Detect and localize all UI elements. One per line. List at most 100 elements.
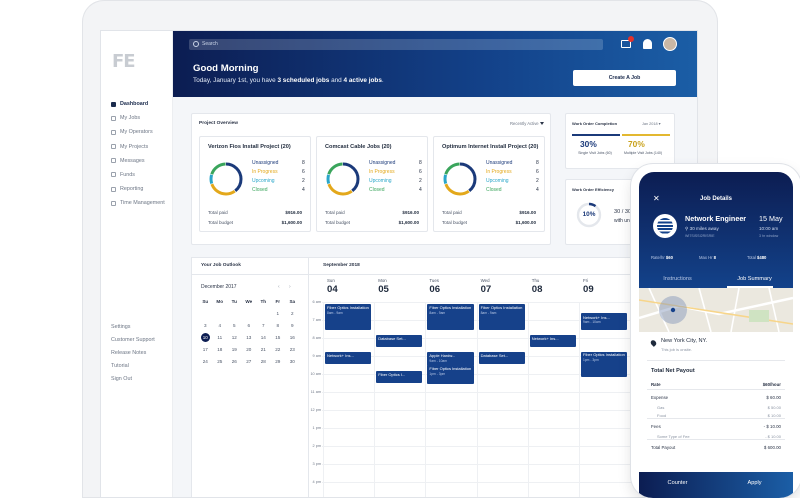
mini-calendar-day[interactable]: 30 bbox=[285, 356, 300, 368]
calendar-event[interactable]: Database Set... bbox=[478, 351, 525, 364]
week-day-header[interactable]: Mon 05 bbox=[378, 278, 429, 295]
event-time: 9am - 10am bbox=[583, 320, 601, 324]
project-card[interactable]: Comcast Cable Jobs (20) Unassigned 8 In Pro… bbox=[316, 136, 428, 232]
calendar-event[interactable]: Fiber Optics Installation 8am - 9am bbox=[325, 304, 372, 330]
calendar-event[interactable]: Fiber Optics Installation 8am - 9am bbox=[427, 304, 474, 330]
mini-calendar-day[interactable]: 13 bbox=[242, 332, 257, 344]
mini-calendar-day[interactable]: 24 bbox=[198, 356, 213, 368]
status-unassigned-label[interactable]: Unassigned bbox=[369, 160, 395, 166]
calendar-event[interactable]: Network+ Ins... bbox=[529, 334, 576, 347]
mini-calendar-day[interactable]: 5 bbox=[227, 320, 242, 332]
sidebar-link-tutorial[interactable]: Tutorial bbox=[111, 360, 155, 373]
week-day-header[interactable]: Thu 08 bbox=[532, 278, 583, 295]
week-day-header[interactable]: Wed 07 bbox=[481, 278, 532, 295]
mini-calendar-day[interactable]: 20 bbox=[242, 344, 257, 356]
mini-calendar-day bbox=[213, 308, 228, 320]
sidebar-item-my-projects[interactable]: My Projects bbox=[111, 140, 165, 154]
avatar[interactable] bbox=[663, 37, 677, 51]
divider bbox=[647, 418, 785, 419]
status-unassigned-label[interactable]: Unassigned bbox=[252, 160, 278, 166]
sidebar-item-label: My Jobs bbox=[120, 115, 141, 122]
mini-calendar-day[interactable]: 27 bbox=[242, 356, 257, 368]
mini-calendar-day[interactable]: 25 bbox=[213, 356, 228, 368]
mini-calendar-day[interactable]: 2 bbox=[285, 308, 300, 320]
mini-calendar-day[interactable]: 28 bbox=[256, 356, 271, 368]
mini-calendar-day[interactable]: 17 bbox=[198, 344, 213, 356]
mini-calendar-day[interactable]: 4 bbox=[213, 320, 228, 332]
apply-button[interactable]: Apply bbox=[716, 480, 793, 486]
week-day-header[interactable]: Fri 09 bbox=[583, 278, 634, 295]
sidebar-item-dashboard[interactable]: Dashboard bbox=[111, 97, 165, 111]
mini-calendar-day[interactable]: 16 bbox=[285, 332, 300, 344]
mini-calendar-day[interactable]: 14 bbox=[256, 332, 271, 344]
mini-calendar-day[interactable]: 26 bbox=[227, 356, 242, 368]
job-location-map[interactable] bbox=[639, 288, 793, 332]
work-order-date-dropdown[interactable]: Jan 2018 ▾ bbox=[642, 121, 661, 126]
search-input[interactable]: Search bbox=[189, 39, 603, 50]
project-card[interactable]: Optimum Internet Install Project (20) Una… bbox=[433, 136, 545, 232]
mini-calendar-day[interactable]: 15 bbox=[271, 332, 286, 344]
calendar-event[interactable]: Fiber Optics Installation 8am - 9am bbox=[478, 304, 525, 330]
sidebar-item-reporting[interactable]: Reporting bbox=[111, 182, 165, 196]
prev-month-icon[interactable]: ‹ bbox=[278, 284, 280, 290]
status-unassigned-label[interactable]: Unassigned bbox=[486, 160, 512, 166]
mini-calendar-day[interactable]: 9 bbox=[285, 320, 300, 332]
status-in_progress-label[interactable]: In Progress bbox=[369, 169, 395, 175]
status-upcoming-label[interactable]: Upcoming bbox=[252, 178, 275, 184]
sidebar-item-messages[interactable]: Messages bbox=[111, 154, 165, 168]
sidebar-item-my-operators[interactable]: My Operators bbox=[111, 125, 165, 139]
mini-calendar-today[interactable]: 10 bbox=[198, 332, 213, 344]
calendar-event[interactable]: Fiber Optics Installation 1pm - 3pm bbox=[427, 365, 474, 384]
mini-calendar-day[interactable]: 29 bbox=[271, 356, 286, 368]
status-upcoming-label[interactable]: Upcoming bbox=[369, 178, 392, 184]
mini-calendar-day[interactable]: 1 bbox=[271, 308, 286, 320]
sidebar-item-label: Funds bbox=[120, 171, 135, 178]
active-jobs-count[interactable]: 4 active jobs bbox=[344, 77, 382, 84]
week-day-header[interactable]: Sun 04 bbox=[327, 278, 378, 295]
week-day-header[interactable]: Tues 06 bbox=[429, 278, 480, 295]
status-closed-label[interactable]: Closed bbox=[369, 187, 385, 193]
event-title: Database Set... bbox=[378, 336, 406, 342]
status-in_progress-label[interactable]: In Progress bbox=[486, 169, 512, 175]
tab-job-summary[interactable]: Job Summary bbox=[716, 276, 793, 282]
mini-calendar-day[interactable]: 7 bbox=[256, 320, 271, 332]
app-logo[interactable]: FE bbox=[112, 51, 136, 72]
counter-button[interactable]: Counter bbox=[639, 480, 716, 486]
sidebar-item-time-management[interactable]: Time Management bbox=[111, 196, 165, 210]
calendar-event[interactable]: Fiber Optics I... bbox=[376, 370, 423, 383]
calendar-event[interactable]: Network+ Ins... 9am - 10am bbox=[581, 313, 628, 330]
calendar-event[interactable]: Database Set... bbox=[376, 334, 423, 347]
status-closed-label[interactable]: Closed bbox=[486, 187, 502, 193]
mini-calendar-day[interactable]: 3 bbox=[198, 320, 213, 332]
chevron-down-icon[interactable] bbox=[540, 122, 544, 125]
mini-calendar-day[interactable]: 19 bbox=[227, 344, 242, 356]
mini-calendar-day[interactable]: 22 bbox=[271, 344, 286, 356]
sidebar-item-my-jobs[interactable]: My Jobs bbox=[111, 111, 165, 125]
status-in_progress-label[interactable]: In Progress bbox=[252, 169, 278, 175]
mini-calendar-day[interactable]: 21 bbox=[256, 344, 271, 356]
sidebar-item-funds[interactable]: Funds bbox=[111, 168, 165, 182]
mini-calendar-day[interactable]: 18 bbox=[213, 344, 228, 356]
status-closed-label[interactable]: Closed bbox=[252, 187, 268, 193]
sidebar-link-sign-out[interactable]: Sign Out bbox=[111, 373, 155, 386]
next-month-icon[interactable]: › bbox=[289, 284, 291, 290]
calendar-event[interactable]: Network+ Ins... bbox=[325, 351, 372, 364]
sidebar-link-customer-support[interactable]: Customer Support bbox=[111, 334, 155, 347]
mini-calendar-day[interactable]: 11 bbox=[213, 332, 228, 344]
project-title: Optimum Internet Install Project (20) bbox=[442, 144, 539, 150]
project-filter-dropdown[interactable]: Recently Active bbox=[510, 121, 539, 126]
tab-instructions[interactable]: Instructions bbox=[639, 276, 716, 282]
mini-calendar-day[interactable]: 8 bbox=[271, 320, 286, 332]
mini-calendar-day[interactable]: 23 bbox=[285, 344, 300, 356]
bell-icon[interactable] bbox=[643, 39, 652, 49]
sidebar-link-release-notes[interactable]: Release Notes bbox=[111, 347, 155, 360]
calendar-event[interactable]: Fiber Optics Installation 1pm - 3pm bbox=[581, 351, 628, 378]
sidebar-link-settings[interactable]: Settings bbox=[111, 321, 155, 334]
payout-label: Gas bbox=[657, 405, 665, 410]
mini-calendar-day[interactable]: 6 bbox=[242, 320, 257, 332]
scheduled-jobs-count[interactable]: 3 scheduled jobs bbox=[277, 77, 329, 84]
create-job-button[interactable]: Create A Job bbox=[573, 70, 676, 86]
mini-calendar-day[interactable]: 12 bbox=[227, 332, 242, 344]
status-upcoming-label[interactable]: Upcoming bbox=[486, 178, 509, 184]
project-card[interactable]: Verizon Fios Install Project (20) Unassig… bbox=[199, 136, 311, 232]
